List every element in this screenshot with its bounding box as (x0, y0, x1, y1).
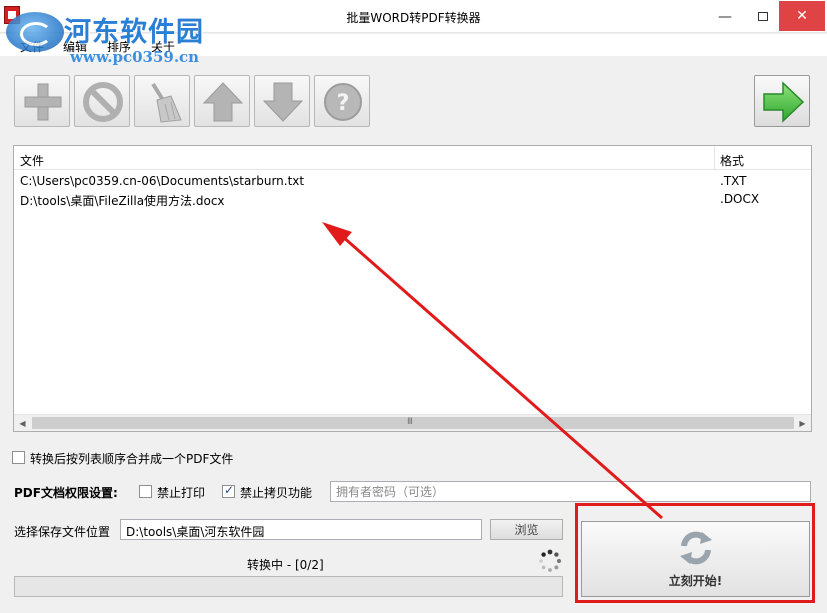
scrollbar-thumb[interactable]: III (32, 417, 794, 429)
file-format: .TXT (720, 174, 747, 188)
add-file-button[interactable] (14, 75, 70, 127)
maximize-button[interactable] (746, 0, 780, 33)
move-up-icon (202, 82, 244, 122)
file-path: C:\Users\pc0359.cn-06\Documents\starburn… (20, 174, 305, 188)
save-location-field[interactable]: D:\tools\桌面\河东软件园 (120, 519, 482, 540)
merge-label: 转换后按列表顺序合并成一个PDF文件 (30, 452, 234, 466)
scroll-left-icon[interactable]: ◀ (14, 415, 31, 432)
watermark-url: www.pc0359.cn (70, 48, 200, 66)
help-button[interactable]: ? (314, 75, 370, 127)
no-copy-checkbox[interactable] (222, 483, 235, 498)
maximize-icon (758, 12, 768, 21)
remove-icon (83, 82, 123, 122)
scroll-right-icon[interactable]: ▶ (794, 415, 811, 432)
watermark-logo-icon (6, 12, 64, 52)
file-list-header: 文件 格式 (14, 146, 811, 170)
file-list[interactable]: 文件 格式 C:\Users\pc0359.cn-06\Documents\st… (13, 145, 812, 432)
no-print-label: 禁止打印 (157, 486, 206, 500)
file-row[interactable]: D:\tools\桌面\FileZilla使用方法.docx .DOCX (14, 190, 811, 208)
start-now-button[interactable]: 立刻开始! (581, 521, 810, 597)
column-header-format[interactable]: 格式 (720, 152, 744, 169)
column-divider[interactable] (714, 146, 715, 170)
no-copy-label: 禁止拷贝功能 (240, 486, 313, 500)
go-arrow-icon (763, 81, 805, 123)
move-down-icon (262, 82, 304, 122)
column-header-file[interactable]: 文件 (20, 152, 44, 169)
no-print-checkbox[interactable] (139, 485, 152, 498)
owner-password-input[interactable] (330, 481, 811, 502)
permissions-label: PDF文档权限设置: (14, 486, 118, 500)
watermark-site-name: 河东软件园 (64, 17, 204, 48)
remove-file-button[interactable] (74, 75, 130, 127)
convert-go-button[interactable] (754, 75, 810, 127)
minimize-button[interactable]: — (708, 0, 742, 33)
file-row[interactable]: C:\Users\pc0359.cn-06\Documents\starburn… (14, 172, 811, 190)
help-icon: ? (324, 83, 362, 121)
conversion-status: 转换中 - [0/2] (247, 558, 324, 572)
move-down-button[interactable] (254, 75, 310, 127)
svg-text:?: ? (337, 91, 350, 116)
start-now-label: 立刻开始! (668, 574, 723, 588)
close-button[interactable]: ✕ (779, 1, 825, 31)
clear-broom-icon (151, 82, 182, 123)
scrollbar-grip: III (407, 417, 413, 427)
browse-button[interactable]: 浏览 (490, 519, 563, 540)
horizontal-scrollbar[interactable]: ◀ III ▶ (14, 414, 811, 431)
clear-list-button[interactable] (134, 75, 190, 127)
add-icon (24, 83, 62, 121)
file-format: .DOCX (720, 192, 760, 206)
loading-spinner-icon (539, 549, 562, 572)
conversion-progress-bar (14, 576, 563, 597)
file-path: D:\tools\桌面\FileZilla使用方法.docx (20, 194, 225, 208)
save-location-label: 选择保存文件位置 (14, 525, 111, 539)
refresh-icon (680, 531, 712, 565)
move-up-button[interactable] (194, 75, 250, 127)
merge-checkbox[interactable] (12, 451, 25, 464)
